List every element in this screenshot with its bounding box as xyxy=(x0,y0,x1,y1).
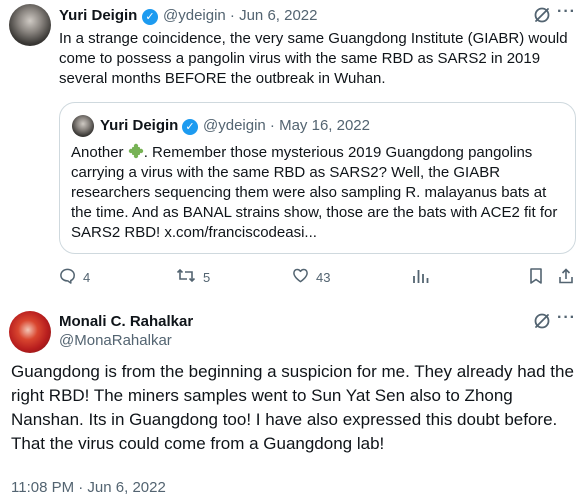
quote-author-name: Yuri Deigin xyxy=(100,117,179,134)
grok-slash-icon[interactable] xyxy=(533,6,551,24)
puzzle-emoji-icon xyxy=(128,143,144,161)
quote-text: Another . Remember those mysterious 2019… xyxy=(71,143,571,243)
reply-author-name[interactable]: Monali C. Rahalkar xyxy=(59,313,193,330)
verified-badge-icon: ✓ xyxy=(182,119,198,135)
reply-count: 4 xyxy=(83,269,91,285)
retweet-button[interactable]: 5 xyxy=(176,267,210,287)
more-icon[interactable]: ··· xyxy=(557,3,577,23)
quote-text-start: Another xyxy=(71,144,128,161)
reply-text: Guangdong is from the beginning a suspic… xyxy=(11,362,574,453)
like-icon xyxy=(292,267,309,287)
view-stats-icon[interactable] xyxy=(411,267,429,285)
quote-handle-date: @ydeigin · May 16, 2022 xyxy=(203,117,370,134)
verified-badge-icon: ✓ xyxy=(142,9,158,25)
tweet-handle-date[interactable]: @ydeigin · Jun 6, 2022 xyxy=(163,7,318,24)
share-icon[interactable] xyxy=(557,267,575,285)
quote-avatar xyxy=(72,115,94,137)
grok-slash-icon[interactable] xyxy=(533,312,551,330)
reply-button[interactable]: 4 xyxy=(59,267,90,287)
like-button[interactable]: 43 xyxy=(292,267,330,287)
reply-icon xyxy=(59,267,76,287)
reply-timestamp[interactable]: 11:08 PM · Jun 6, 2022 xyxy=(11,479,166,496)
more-icon[interactable]: ··· xyxy=(557,309,577,329)
quote-text-rest: . Remember those mysterious 2019 Guangdo… xyxy=(71,144,558,241)
like-count: 43 xyxy=(316,269,331,285)
reply-handle[interactable]: @MonaRahalkar xyxy=(59,332,172,349)
avatar-monali-rahalkar[interactable] xyxy=(9,311,51,353)
tweet-author-name[interactable]: Yuri Deigin xyxy=(59,7,137,24)
tweet-text: In a strange coincidence, the very same … xyxy=(59,30,568,87)
avatar-yuri-deigin[interactable] xyxy=(9,4,51,46)
retweet-count: 5 xyxy=(203,269,211,285)
bookmark-icon[interactable] xyxy=(528,267,544,285)
retweet-icon xyxy=(176,267,196,287)
